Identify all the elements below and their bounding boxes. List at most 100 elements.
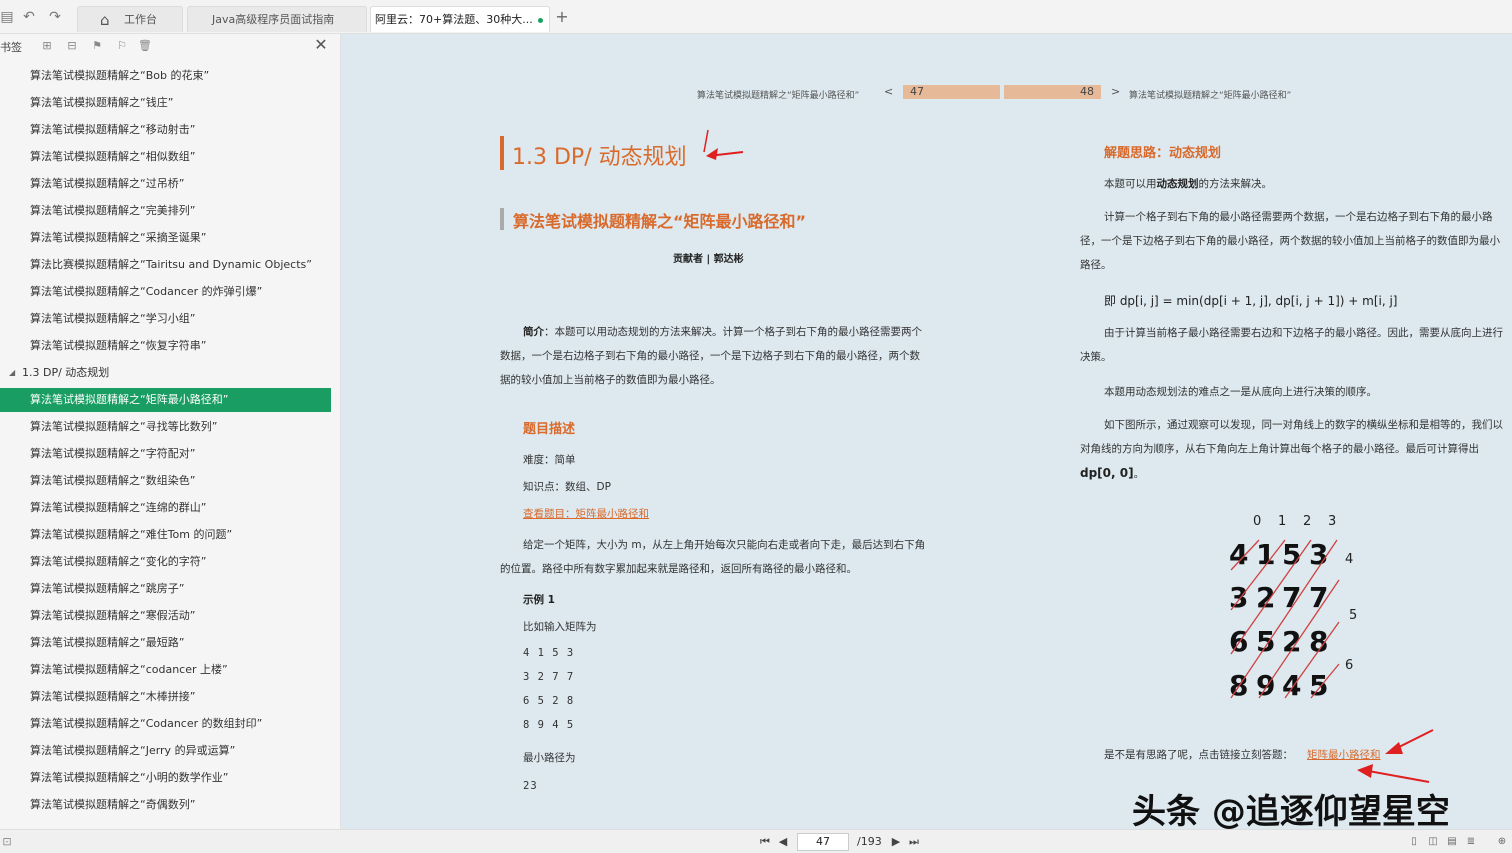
example-intro: 比如输入矩阵为	[523, 621, 597, 633]
sidebar-item-label: 算法笔试模拟题精解之“矩阵最小路径和”	[30, 393, 229, 406]
expand-all-icon[interactable]: ⊞	[40, 39, 54, 53]
add-tab-button[interactable]: +	[554, 9, 570, 25]
sidebar-item[interactable]: 算法笔试模拟题精解之“Jerry 的异或运算”	[0, 739, 331, 763]
sidebar-item[interactable]: 算法笔试模拟题精解之“过吊桥”	[0, 172, 331, 196]
page-number-input[interactable]: 47	[797, 833, 849, 851]
chapter-accent-bar	[500, 136, 504, 170]
sidebar-item[interactable]: 算法笔试模拟题精解之“变化的字符”	[0, 550, 331, 574]
sidebar-item-label: 算法笔试模拟题精解之“寻找等比数列”	[30, 420, 218, 433]
diagonal-matrix-figure: 0 1 2 3 4 1 5 3 3 2 7 7 6 5 2 8 8 9 4 5 …	[1219, 514, 1369, 704]
sidebar-item-label: 算法笔试模拟题精解之“Codancer 的数组封印”	[30, 717, 263, 730]
sidebar-item-label: 算法笔试模拟题精解之“Jerry 的异或运算”	[30, 744, 236, 757]
sidebar-item[interactable]: 算法笔试模拟题精解之“难住Tom 的问题”	[0, 523, 331, 547]
tab-label: Java高级程序员面试指南	[212, 13, 335, 26]
sidebar-item-label: 算法笔试模拟题精解之“小明的数学作业”	[30, 771, 229, 784]
sidebar-item[interactable]: 算法笔试模拟题精解之“寻找等比数列”	[0, 415, 331, 439]
save-icon[interactable]: ▤	[0, 8, 16, 26]
min-path-label: 最小路径为	[523, 752, 576, 764]
sidebar-item[interactable]: 算法笔试模拟题精解之“Codancer 的炸弹引爆”	[0, 280, 331, 304]
sidebar-item[interactable]: 算法笔试模拟题精解之“最短路”	[0, 631, 331, 655]
zoom-icon[interactable]: ⊕	[1496, 836, 1508, 848]
document-view[interactable]: 算法笔试模拟题精解之“矩阵最小路径和” < 47 48 > 算法笔试模拟题精解之…	[341, 34, 1512, 829]
min-path-value: 23	[523, 780, 538, 792]
sidebar-item-label: 1.3 DP/ 动态规划	[22, 366, 110, 379]
next-page-icon[interactable]: ▶	[889, 835, 903, 849]
sidebar-item[interactable]: 算法笔试模拟题精解之“完美排列”	[0, 199, 331, 223]
next-page-arrow[interactable]: >	[1111, 85, 1120, 98]
answer-prompt: 是不是有思路了呢，点击链接立刻答题：	[1104, 749, 1293, 761]
sidebar-item[interactable]: 算法笔试模拟题精解之“学习小组”	[0, 307, 331, 331]
solution-paragraph-3: 由于计算当前格子最小路径需要右边和下边格子的最小路径。因此，需要从底向上进行决策…	[1080, 327, 1503, 363]
solution-paragraph-5: 如下图所示，通过观察可以发现，同一对角线上的数字的横纵坐标和是相等的，我们以对角…	[1080, 419, 1503, 480]
sidebar-item[interactable]: 算法笔试模拟题精解之“Codancer 的数组封印”	[0, 712, 331, 736]
sidebar-item-label: 算法笔试模拟题精解之“变化的字符”	[30, 555, 207, 568]
sidebar-item[interactable]: 算法笔试模拟题精解之“数组染色”	[0, 469, 331, 493]
collapse-all-icon[interactable]: ⊟	[65, 39, 79, 53]
tab-aliyun-algorithms[interactable]: 阿里云：70+算法题、30种大...	[370, 6, 550, 32]
undo-icon[interactable]: ↶	[20, 8, 38, 26]
sidebar-item-label: 算法比赛模拟题精解之“Tairitsu and Dynamic Objects”	[30, 258, 312, 271]
sidebar-item[interactable]: 算法笔试模拟题精解之“钱庄”	[0, 91, 331, 115]
sidebar-item-label: 算法笔试模拟题精解之“钱庄”	[30, 96, 174, 109]
sidebar-item[interactable]: 算法比赛模拟题精解之“Tairitsu and Dynamic Objects”	[0, 253, 331, 277]
bookmark-add-icon[interactable]: ⚑	[90, 39, 104, 53]
sidebar-item-label: 算法笔试模拟题精解之“奇偶数列”	[30, 798, 196, 811]
section-title: 算法笔试模拟题精解之“矩阵最小路径和”	[513, 212, 807, 231]
sidebar-item[interactable]: 算法笔试模拟题精解之“木棒拼接”	[0, 685, 331, 709]
delete-icon[interactable]: 🗑	[138, 39, 152, 53]
sidebar-item-label: 算法笔试模拟题精解之“相似数组”	[30, 150, 196, 163]
left-page-number: 47	[903, 85, 1000, 99]
annotation-arrow-icon	[703, 129, 744, 160]
total-pages: /193	[857, 835, 882, 848]
sidebar-item-label: 算法笔试模拟题精解之“Codancer 的炸弹引爆”	[30, 285, 263, 298]
home-icon: ⌂	[100, 11, 110, 29]
tab-workspace[interactable]: ⌂ 工作台	[77, 6, 183, 32]
tab-java-guide[interactable]: Java高级程序员面试指南	[187, 6, 367, 32]
section-accent-bar	[500, 208, 504, 230]
sidebar-close-button[interactable]: ✕	[313, 37, 329, 53]
sidebar-item[interactable]: 算法笔试模拟题精解之“连绵的群山”	[0, 496, 331, 520]
prev-page-icon[interactable]: ◀	[776, 835, 790, 849]
matrix-row: 4 1 5 3	[523, 647, 575, 659]
sidebar-item[interactable]: 算法笔试模拟题精解之“恢复字符串”	[0, 334, 331, 358]
sidebar-item-label: 算法笔试模拟题精解之“数组染色”	[30, 474, 196, 487]
dp-formula: 即 dp[i, j] = min(dp[i + 1, j], dp[i, j +…	[1104, 294, 1398, 308]
redo-icon[interactable]: ↷	[46, 8, 64, 26]
solution-heading: 解题思路：动态规划	[1104, 146, 1222, 161]
intro-paragraph: 简介：本题可以用动态规划的方法来解决。计算一个格子到右下角的最小路径需要两个数据…	[500, 326, 922, 386]
sidebar-section-dp[interactable]: ◢ 1.3 DP/ 动态规划	[0, 361, 331, 385]
author-line: 贡献者 | 郭达彬	[673, 254, 744, 265]
prev-page-arrow[interactable]: <	[884, 85, 893, 98]
description-heading: 题目描述	[523, 422, 576, 437]
expand-arrow-icon[interactable]: ◢	[9, 361, 15, 385]
double-page-view-icon[interactable]: ◫	[1427, 836, 1439, 848]
sidebar-item[interactable]: 算法笔试模拟题精解之“移动射击”	[0, 118, 331, 142]
bookmark-sidebar: 书签 ⊞ ⊟ ⚑ ⚐ 🗑 ✕ 算法笔试模拟题精解之“Bob 的花束” 算法笔试模拟…	[0, 34, 341, 829]
sidebar-item[interactable]: 算法笔试模拟题精解之“寒假活动”	[0, 604, 331, 628]
sidebar-item[interactable]: 算法笔试模拟题精解之“Bob 的花束”	[0, 64, 331, 88]
knowledge-line: 知识点：数组、DP	[523, 481, 611, 493]
sidebar-item[interactable]: 算法笔试模拟题精解之“codancer 上楼”	[0, 658, 331, 682]
book-view-icon[interactable]: ≣	[1465, 836, 1477, 848]
single-page-view-icon[interactable]: ▯	[1408, 836, 1420, 848]
sidebar-item[interactable]: 算法笔试模拟题精解之“相似数组”	[0, 145, 331, 169]
sidebar-item[interactable]: 算法笔试模拟题精解之“矩阵最小路径和”	[0, 388, 331, 412]
left-page-header: 算法笔试模拟题精解之“矩阵最小路径和”	[697, 91, 860, 101]
sidebar-item-label: 算法笔试模拟题精解之“最短路”	[30, 636, 185, 649]
sidebar-item[interactable]: 算法笔试模拟题精解之“跳房子”	[0, 577, 331, 601]
tab-label: 阿里云：70+算法题、30种大...	[375, 13, 533, 26]
tab-label: 工作台	[124, 13, 157, 26]
sidebar-toggle-icon[interactable]: ⊡	[0, 835, 14, 849]
first-page-icon[interactable]: ⏮	[758, 835, 772, 849]
sidebar-item[interactable]: 算法笔试模拟题精解之“字符配对”	[0, 442, 331, 466]
solution-paragraph-1: 本题可以用动态规划的方法来解决。	[1104, 178, 1272, 190]
continuous-view-icon[interactable]: ▤	[1446, 836, 1458, 848]
difficulty-line: 难度：简单	[523, 454, 576, 466]
sidebar-item[interactable]: 算法笔试模拟题精解之“小明的数学作业”	[0, 766, 331, 790]
last-page-icon[interactable]: ⏭	[907, 835, 921, 849]
view-problem-link[interactable]: 查看题目：矩阵最小路径和	[523, 506, 649, 521]
bookmark-edit-icon[interactable]: ⚐	[115, 39, 129, 53]
sidebar-item[interactable]: 算法笔试模拟题精解之“采摘圣诞果”	[0, 226, 331, 250]
top-toolbar: ▤ ↶ ↷ ⌂ 工作台 Java高级程序员面试指南 阿里云：70+算法题、30种…	[0, 0, 1512, 34]
sidebar-item[interactable]: 算法笔试模拟题精解之“奇偶数列”	[0, 793, 331, 817]
